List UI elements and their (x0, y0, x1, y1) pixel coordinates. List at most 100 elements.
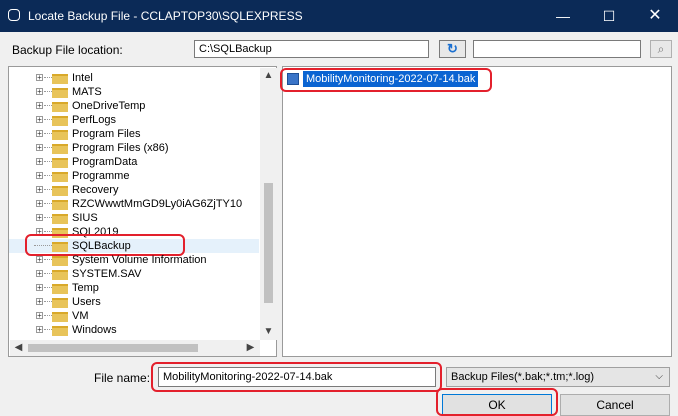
tree-connector (44, 217, 52, 218)
folder-icon (52, 130, 68, 140)
expand-icon[interactable]: + (36, 116, 43, 124)
tree-connector (44, 147, 52, 148)
title-bar[interactable]: Locate Backup File - CCLAPTOP30\SQLEXPRE… (0, 0, 678, 32)
search-button[interactable]: ⌕ (650, 40, 672, 58)
tree-item-label: SIUS (72, 212, 98, 224)
close-button[interactable]: ✕ (632, 0, 678, 32)
tree-item-label: OneDriveTemp (72, 100, 146, 112)
tree-item[interactable]: + SYSTEM.SAV (9, 267, 259, 281)
expand-icon[interactable]: + (36, 270, 43, 278)
tree-connector (44, 259, 52, 260)
ok-highlight (436, 388, 558, 416)
tree-connector (44, 203, 52, 204)
tree-connector (44, 161, 52, 162)
folder-icon (52, 74, 68, 84)
expand-icon[interactable]: + (36, 326, 43, 334)
scroll-left-icon[interactable]: ◀ (10, 342, 27, 353)
tree-item[interactable]: + Temp (9, 281, 259, 295)
backup-location-field[interactable]: C:\SQLBackup (194, 40, 429, 58)
expand-icon[interactable]: + (36, 214, 43, 222)
expand-icon[interactable]: + (36, 312, 43, 320)
tree-connector (44, 315, 52, 316)
tree-item[interactable]: + MATS (9, 85, 259, 99)
tree-connector (44, 119, 52, 120)
folder-tree[interactable]: + Intel + MATS + OneDriveTemp + PerfLogs + Progra… (8, 66, 277, 357)
tree-item[interactable]: + PerfLogs (9, 113, 259, 127)
tree-item-label: Windows (72, 324, 117, 336)
tree-item-label: RZCWwwtMmGD9Ly0iAG6ZjTY10 (72, 198, 243, 210)
tree-item[interactable]: + Intel (9, 71, 259, 85)
tree-item[interactable]: + RZCWwwtMmGD9Ly0iAG6ZjTY10 (9, 197, 259, 211)
tree-connector (44, 329, 52, 330)
tree-connector (44, 105, 52, 106)
folder-icon (52, 102, 68, 112)
tree-item[interactable]: + VM (9, 309, 259, 323)
tree-item[interactable]: + Recovery (9, 183, 259, 197)
folder-icon (52, 312, 68, 322)
tree-item-label: ProgramData (72, 156, 138, 168)
tree-connector (44, 133, 52, 134)
tree-item[interactable]: + ProgramData (9, 155, 259, 169)
expand-icon[interactable]: + (36, 298, 43, 306)
folder-icon (52, 298, 68, 308)
minimize-button[interactable]: — (540, 0, 586, 32)
tree-connector (44, 77, 52, 78)
folder-icon (52, 116, 68, 126)
search-icon: ⌕ (657, 42, 665, 56)
tree-connector (44, 273, 52, 274)
tree-item-label: MATS (72, 86, 102, 98)
folder-icon (52, 88, 68, 98)
file-name-highlight (151, 362, 442, 392)
vertical-scroll-thumb[interactable] (264, 183, 273, 303)
folder-icon (52, 200, 68, 210)
tree-item-label: Program Files (72, 128, 141, 140)
window-title: Locate Backup File - CCLAPTOP30\SQLEXPRE… (28, 9, 303, 23)
tree-item[interactable]: + Windows (9, 323, 259, 337)
search-input[interactable] (473, 40, 641, 58)
maximize-button[interactable]: ☐ (586, 0, 632, 32)
expand-icon[interactable]: + (36, 144, 43, 152)
folder-icon (52, 284, 68, 294)
folder-icon (52, 158, 68, 168)
expand-icon[interactable]: + (36, 102, 43, 110)
folder-icon (52, 144, 68, 154)
file-list[interactable]: MobilityMonitoring-2022-07-14.bak (280, 66, 672, 357)
tree-item[interactable]: + Users (9, 295, 259, 309)
tree-item[interactable]: + OneDriveTemp (9, 99, 259, 113)
folder-icon (52, 214, 68, 224)
tree-item[interactable]: + Programme (9, 169, 259, 183)
cancel-button[interactable]: Cancel (560, 394, 670, 416)
tree-item-label: VM (72, 310, 89, 322)
scroll-right-icon[interactable]: ▶ (242, 342, 259, 353)
expand-icon[interactable]: + (36, 88, 43, 96)
folder-icon (52, 172, 68, 182)
tree-connector (44, 287, 52, 288)
expand-icon[interactable]: + (36, 186, 43, 194)
scroll-down-icon[interactable]: ▼ (260, 326, 277, 337)
tree-item[interactable]: + SIUS (9, 211, 259, 225)
tree-item-label: Program Files (x86) (72, 142, 169, 154)
expand-icon[interactable]: + (36, 158, 43, 166)
tree-item-label: Recovery (72, 184, 119, 196)
expand-icon[interactable]: + (36, 130, 43, 138)
folder-icon (52, 186, 68, 196)
horizontal-scroll-thumb[interactable] (28, 344, 198, 352)
tree-connector (44, 301, 52, 302)
tree-item[interactable]: + Program Files (x86) (9, 141, 259, 155)
tree-item[interactable]: + Program Files (9, 127, 259, 141)
tree-connector (44, 175, 52, 176)
expand-icon[interactable]: + (36, 256, 43, 264)
tree-item[interactable]: + System Volume Information (9, 253, 259, 267)
file-type-select[interactable]: Backup Files(*.bak;*.tm;*.log) ⌵ (446, 367, 670, 387)
tree-vertical-scrollbar[interactable]: ▲ ▼ (260, 68, 277, 340)
refresh-button[interactable]: ↻ (439, 40, 466, 58)
expand-icon[interactable]: + (36, 284, 43, 292)
expand-icon[interactable]: + (36, 200, 43, 208)
expand-icon[interactable]: + (36, 172, 43, 180)
scroll-up-icon[interactable]: ▲ (260, 70, 277, 81)
tree-connector (44, 231, 52, 232)
tree-item-label: PerfLogs (72, 114, 117, 126)
tree-horizontal-scrollbar[interactable]: ◀ ▶ (10, 340, 260, 356)
backup-location-label: Backup File location: (12, 43, 123, 57)
expand-icon[interactable]: + (36, 74, 43, 82)
